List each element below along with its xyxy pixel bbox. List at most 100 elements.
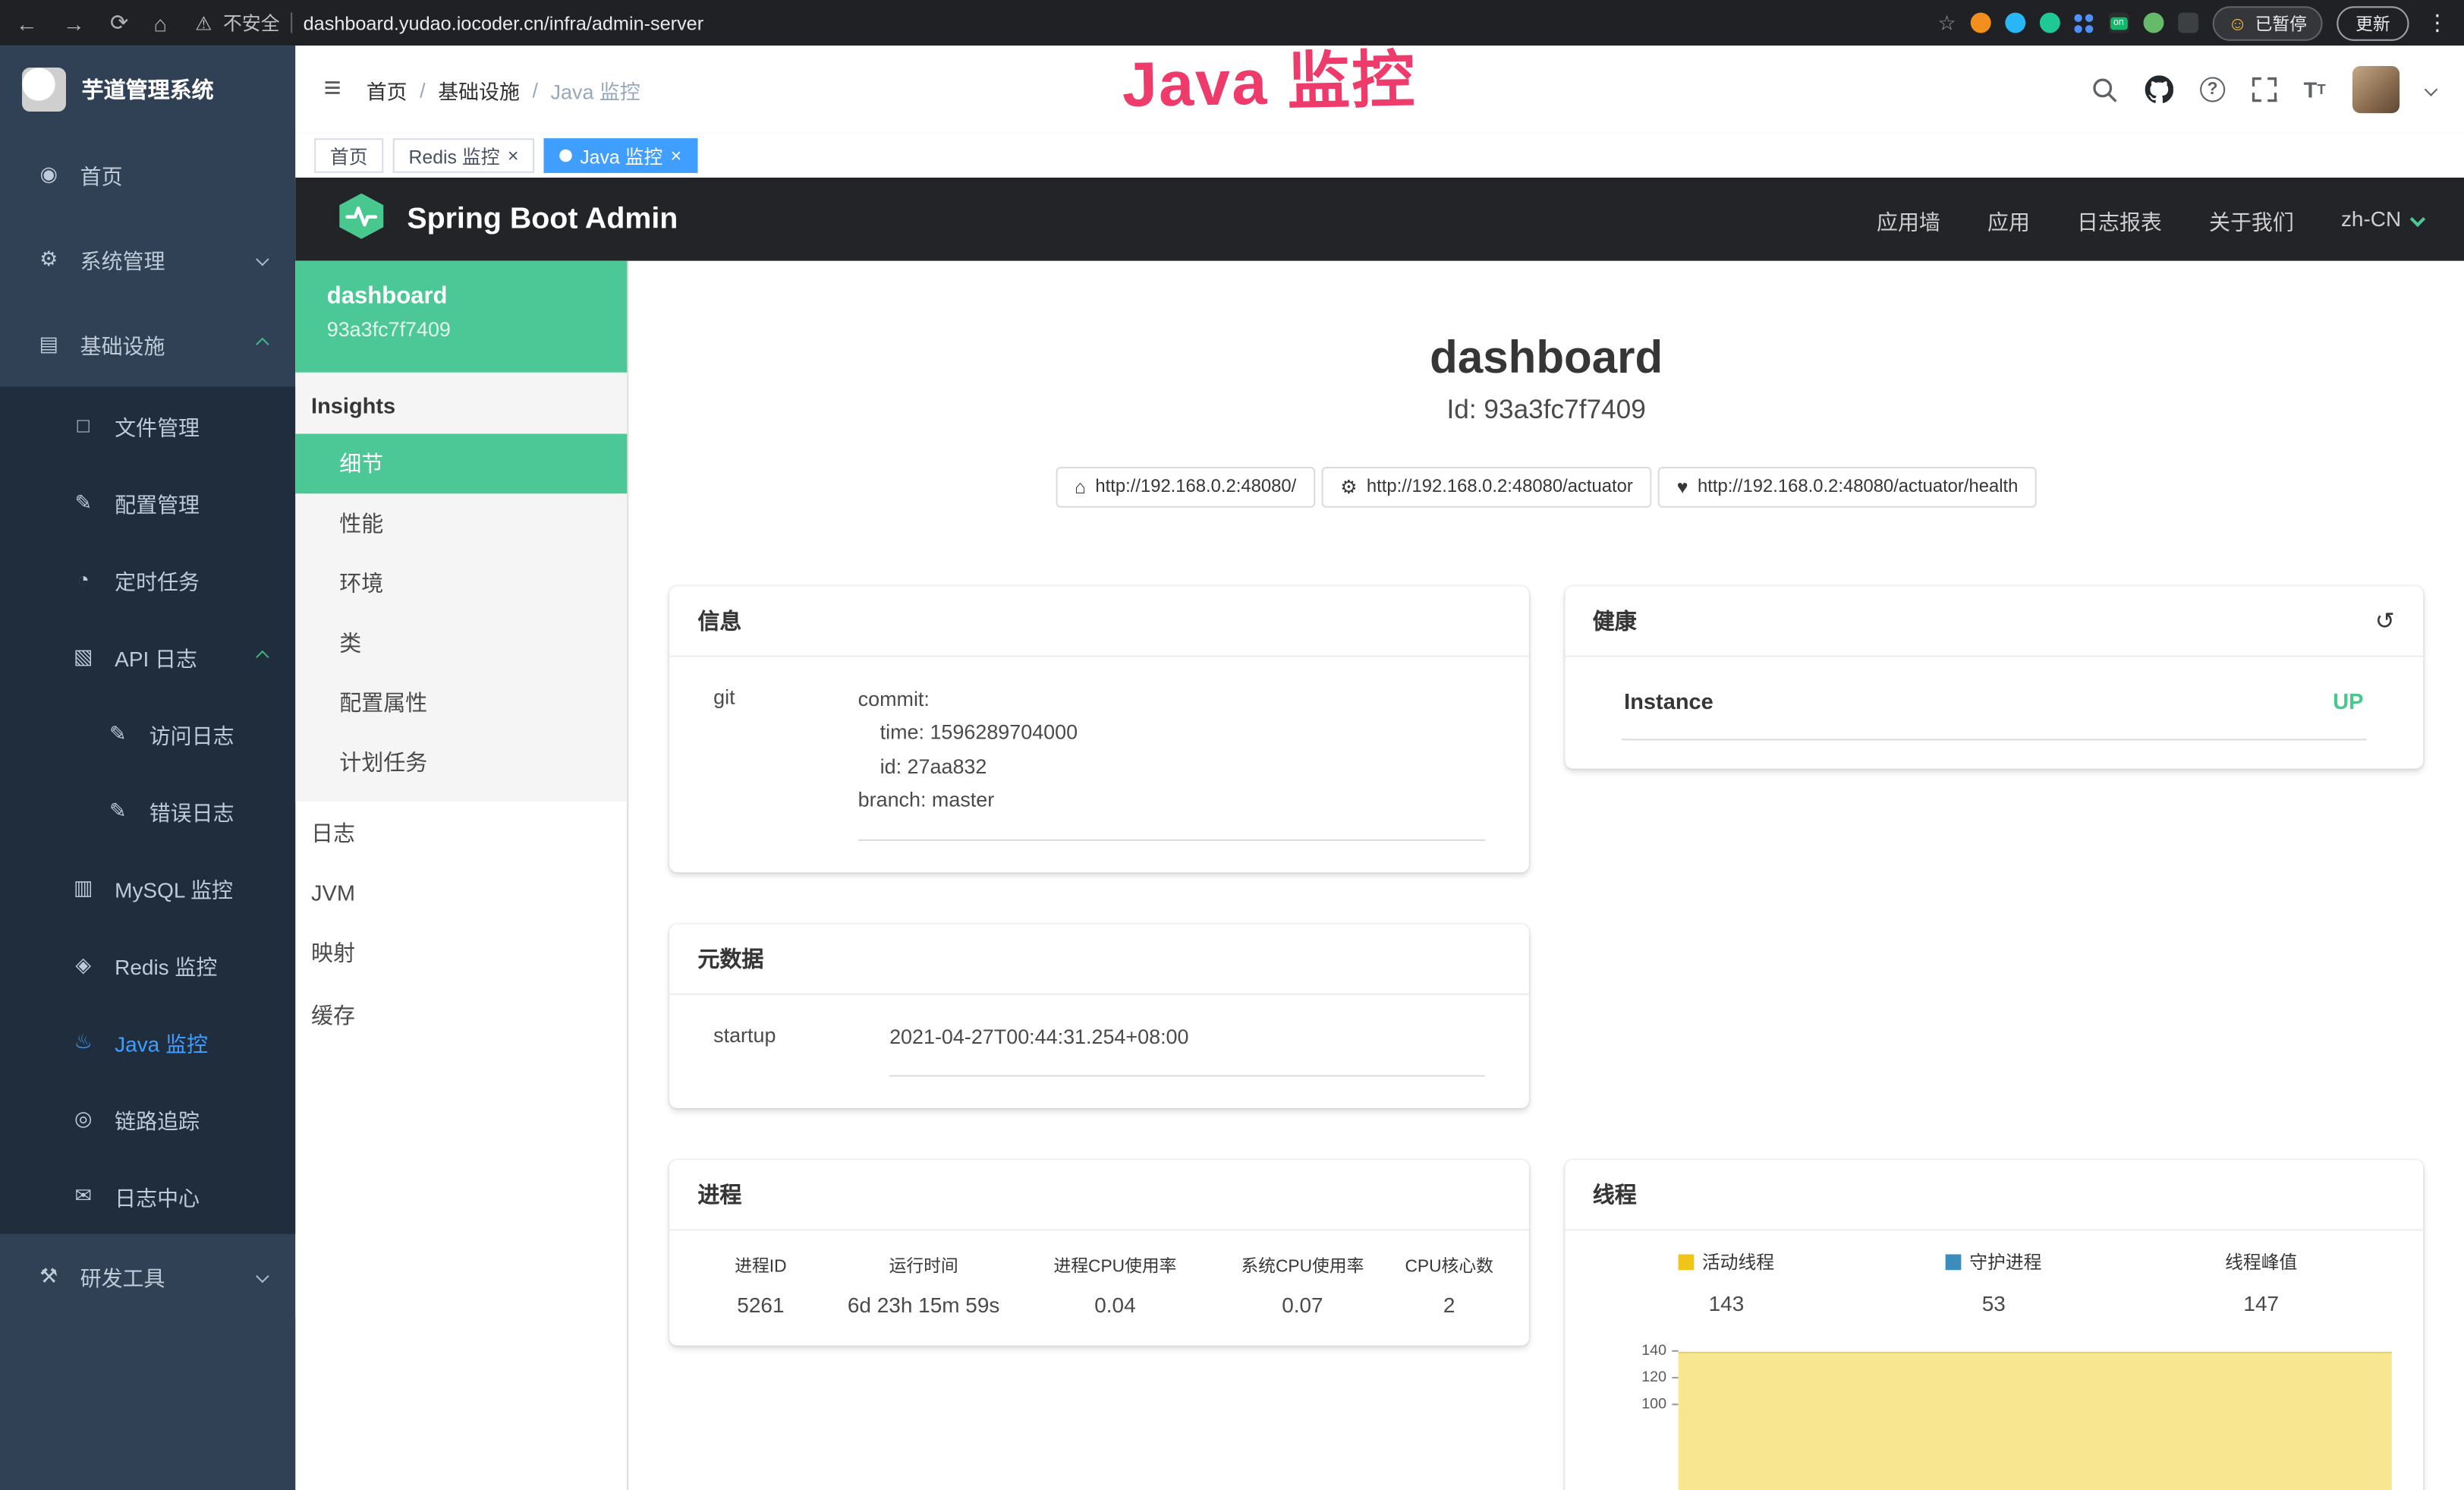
back-icon[interactable]: ← [16, 10, 38, 35]
sidebar-item-system[interactable]: ⚙ 系统管理 [0, 217, 295, 302]
fullscreen-icon[interactable] [2252, 77, 2277, 102]
tab-java-monitor[interactable]: Java 监控 × [544, 138, 697, 173]
sba-nav-applications[interactable]: 应用 [1987, 203, 2030, 235]
breadcrumb-item[interactable]: 首页 [367, 74, 408, 104]
y-tick: 100 [1624, 1391, 1677, 1418]
font-size-icon[interactable]: TT [2304, 77, 2326, 102]
sba-side-item-jvm[interactable]: JVM [295, 865, 627, 921]
actuator-link[interactable]: ⚙ http://192.168.0.2:48080/actuator [1321, 467, 1651, 508]
cell-pid: 5261 [691, 1284, 830, 1330]
update-button[interactable]: 更新 [2337, 5, 2409, 40]
sidebar-item-label: 基础设施 [80, 329, 165, 360]
sidebar-item-trace[interactable]: ◎ 链路追踪 [0, 1080, 295, 1157]
close-icon[interactable]: × [671, 146, 682, 165]
extensions-puzzle-icon[interactable] [2178, 13, 2198, 33]
sidebar-item-infra[interactable]: ▤ 基础设施 [0, 302, 295, 387]
breadcrumb: 首页 / 基础设施 / Java 监控 [367, 74, 640, 104]
tab-label: 首页 [330, 142, 368, 169]
sba-nav-wall[interactable]: 应用墙 [1877, 203, 1940, 235]
extension-icon-3[interactable] [2039, 13, 2060, 33]
legend-label: 活动线程 [1702, 1250, 1774, 1275]
sidebar: 芋道管理系统 ◉ 首页 ⚙ 系统管理 ▤ 基础设施 □ 文件管理 [0, 46, 295, 1490]
history-icon[interactable]: ↺ [2375, 606, 2395, 635]
extension-icon-1[interactable] [1970, 13, 1990, 33]
legend-live-threads: 活动线程 143 [1593, 1250, 1860, 1316]
sba-language-select[interactable]: zh-CN [2341, 207, 2423, 231]
extension-icon-pin-on[interactable]: on [2108, 13, 2129, 33]
sidebar-item-home[interactable]: ◉ 首页 [0, 132, 295, 217]
devtools-icon: ⚒ [35, 1264, 63, 1289]
sba-brand[interactable]: Spring Boot Admin [407, 202, 678, 237]
tab-redis-monitor[interactable]: Redis 监控 × [393, 138, 534, 173]
sba-nav-about[interactable]: 关于我们 [2209, 203, 2294, 235]
forward-icon[interactable]: → [63, 10, 85, 35]
sba-side-item-classes[interactable]: 类 [295, 613, 627, 673]
sidebar-item-errorlog[interactable]: ✎ 错误日志 [0, 772, 295, 849]
metadata-card-title: 元数据 [669, 924, 1528, 994]
process-table-value-row: 5261 6d 23h 15m 59s 0.04 0.07 2 [691, 1284, 1506, 1330]
chevron-down-icon [2410, 212, 2425, 227]
sba-side-item-environment[interactable]: 环境 [295, 553, 627, 613]
access-log-icon: ✎ [104, 720, 132, 745]
process-card: 进程 进程ID 运行时间 进程CPU使用率 系统CPU使用率 [669, 1161, 1528, 1346]
sidebar-item-accesslog[interactable]: ✎ 访问日志 [0, 695, 295, 771]
health-row-instance[interactable]: Instance UP [1621, 679, 2367, 741]
avatar[interactable] [2352, 66, 2399, 113]
extension-icon-2[interactable] [2005, 13, 2025, 33]
paused-badge[interactable]: ☺ 已暂停 [2212, 5, 2323, 40]
insights-group-title: Insights [295, 373, 627, 434]
sba-side-item-config-props[interactable]: 配置属性 [295, 673, 627, 732]
sidebar-item-job[interactable]: ◔ 定时任务 [0, 540, 295, 617]
sba-nav-journal[interactable]: 日志报表 [2077, 203, 2162, 235]
avatar-caret-icon[interactable] [2425, 83, 2438, 96]
sba-content: dashboard Id: 93a3fc7f7409 ⌂ http://192.… [628, 261, 2464, 1490]
process-table: 进程ID 运行时间 进程CPU使用率 系统CPU使用率 CPU核心数 5261 [691, 1240, 1506, 1330]
sba-side-item-performance[interactable]: 性能 [295, 493, 627, 553]
instance-home-link[interactable]: ⌂ http://192.168.0.2:48080/ [1056, 467, 1315, 508]
sidebar-item-java[interactable]: ♨ Java 监控 [0, 1003, 295, 1079]
sidebar-item-config[interactable]: ✎ 配置管理 [0, 464, 295, 540]
sidebar-item-redis[interactable]: ◈ Redis 监控 [0, 926, 295, 1003]
sidebar-item-label: Java 监控 [115, 1025, 208, 1057]
app-logo-row[interactable]: 芋道管理系统 [0, 46, 295, 132]
sidebar-item-apilog[interactable]: ▧ API 日志 [0, 618, 295, 695]
url-text[interactable]: dashboard.yudao.iocoder.cn/infra/admin-s… [304, 12, 704, 34]
cell-uptime: 6d 23h 15m 59s [830, 1284, 1018, 1330]
legend-value: 143 [1593, 1293, 1860, 1316]
sba-side-item-details[interactable]: 细节 [295, 434, 627, 494]
instance-header[interactable]: dashboard 93a3fc7f7409 [295, 261, 627, 373]
sidebar-filler [0, 1318, 295, 1490]
address-bar[interactable]: ⚠ 不安全 dashboard.yudao.iocoder.cn/infra/a… [195, 9, 1925, 36]
extension-icon-4[interactable] [2074, 13, 2094, 33]
infrastructure-icon: ▤ [35, 332, 63, 357]
close-icon[interactable]: × [508, 146, 519, 165]
sba-side-item-scheduled-tasks[interactable]: 计划任务 [295, 732, 627, 792]
page-instance-id: Id: 93a3fc7f7409 [669, 395, 2423, 426]
extension-icon-5[interactable] [2143, 13, 2163, 33]
sidebar-item-mysql[interactable]: ▥ MySQL 监控 [0, 849, 295, 925]
search-icon[interactable] [2091, 76, 2118, 102]
trace-icon: ◎ [69, 1106, 97, 1131]
wrench-icon: ⚙ [1340, 476, 1357, 498]
sba-side-item-logs[interactable]: 日志 [295, 802, 627, 865]
sba-side-item-mappings[interactable]: 映射 [295, 921, 627, 984]
reload-icon[interactable]: ⟳ [110, 9, 128, 36]
tab-home[interactable]: 首页 [314, 138, 383, 173]
sidebar-item-file[interactable]: □ 文件管理 [0, 386, 295, 463]
bookmark-star-icon[interactable]: ☆ [1937, 10, 1956, 35]
browser-home-icon[interactable]: ⌂ [153, 10, 167, 35]
sba-side-item-caches[interactable]: 缓存 [295, 984, 627, 1047]
breadcrumb-separator: / [532, 78, 538, 102]
info-card: 信息 git commit: time: 1596289704000 id: 2… [669, 586, 1528, 871]
hamburger-icon[interactable]: ≡ [324, 72, 341, 107]
help-icon[interactable]: ? [2200, 77, 2225, 102]
github-icon[interactable] [2145, 75, 2173, 103]
browser-menu-icon[interactable]: ⋮ [2426, 9, 2448, 36]
sba-logo-icon[interactable] [336, 193, 386, 246]
chevron-up-icon [256, 338, 269, 351]
health-link[interactable]: ♥ http://192.168.0.2:48080/actuator/heal… [1658, 467, 2037, 508]
breadcrumb-item[interactable]: 基础设施 [438, 74, 520, 104]
sidebar-item-devtools[interactable]: ⚒ 研发工具 [0, 1234, 295, 1319]
sidebar-item-logcenter[interactable]: ✉ 日志中心 [0, 1157, 295, 1233]
screen: ← → ⟳ ⌂ ⚠ 不安全 dashboard.yudao.iocoder.cn… [0, 0, 2464, 1490]
